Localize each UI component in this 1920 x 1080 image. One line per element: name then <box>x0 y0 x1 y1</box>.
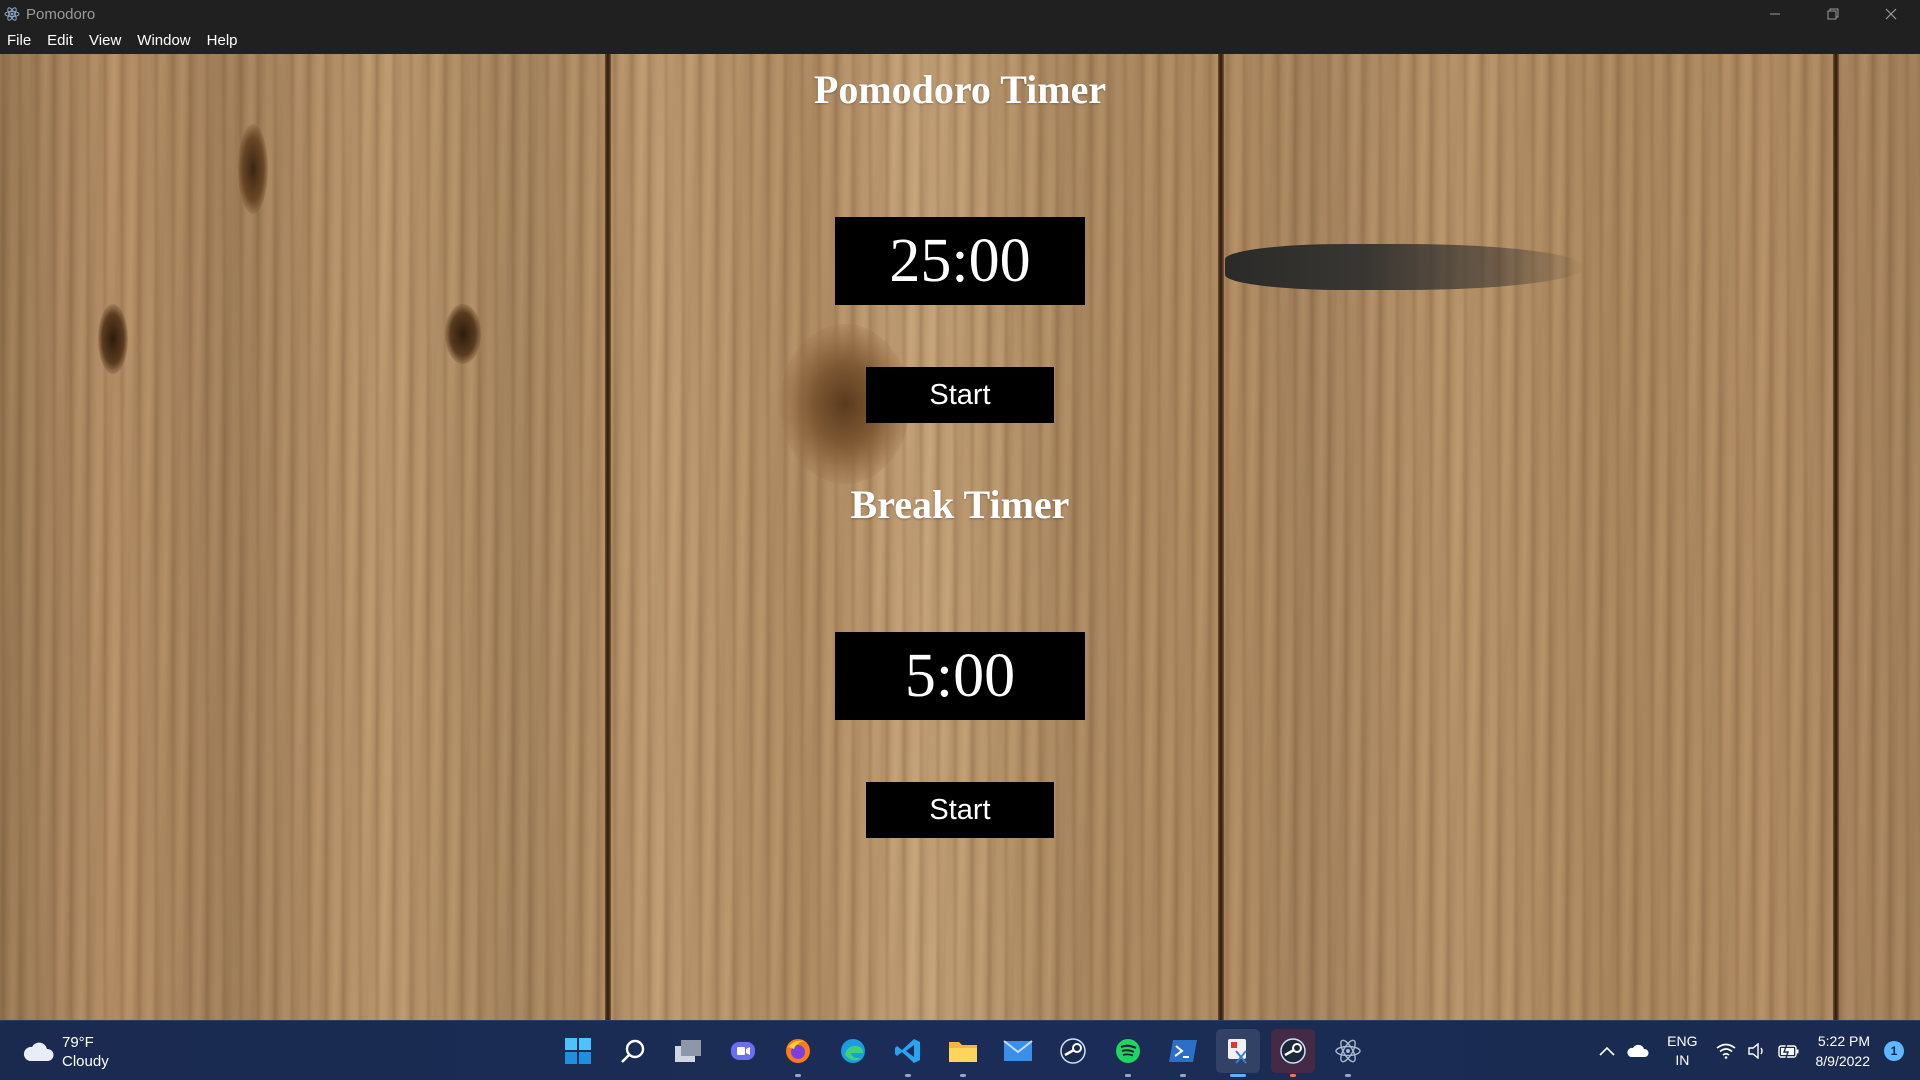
volume-button[interactable] <box>1747 1043 1766 1059</box>
taskbar-apps <box>556 1029 1381 1077</box>
pomodoro-heading: Pomodoro Timer <box>813 67 1107 112</box>
break-timer-display: 5:00 <box>835 632 1085 720</box>
plank-seam <box>605 54 611 1020</box>
taskbar-steam-button[interactable] <box>1051 1029 1095 1073</box>
taskbar-powershell-button[interactable] <box>1161 1029 1205 1077</box>
chevron-up-icon <box>1599 1046 1615 1056</box>
running-indicator <box>795 1074 801 1077</box>
app-atom-icon <box>4 7 20 21</box>
plank-seam <box>1833 54 1839 1020</box>
spotify-icon <box>1116 1039 1140 1063</box>
taskbar-steam-active-button[interactable] <box>1271 1029 1315 1077</box>
notification-badge[interactable]: 1 <box>1884 1041 1904 1061</box>
battery-button[interactable] <box>1777 1043 1800 1059</box>
language-bottom: IN <box>1675 1052 1690 1068</box>
taskbar-edge-button[interactable] <box>831 1029 875 1073</box>
wood-knot <box>1225 244 1585 290</box>
wood-knot <box>238 124 268 214</box>
clock-time: 5:22 PM <box>1817 1033 1870 1049</box>
window-controls <box>1746 0 1920 28</box>
menu-file[interactable]: File <box>0 28 39 54</box>
wood-knot <box>98 304 128 374</box>
wood-background: Pomodoro Timer 25:00 Start Break Timer 5… <box>0 54 1920 1020</box>
windows-start-icon <box>565 1038 591 1064</box>
minimize-icon <box>1770 13 1780 15</box>
pomodoro-timer-display: 25:00 <box>835 217 1085 305</box>
language-top: ENG <box>1667 1033 1698 1049</box>
menu-edit[interactable]: Edit <box>39 28 81 54</box>
wifi-button[interactable] <box>1716 1043 1736 1059</box>
taskbar-start-button[interactable] <box>556 1029 600 1073</box>
break-heading: Break Timer <box>850 482 1070 527</box>
pomodoro-start-button[interactable]: Start <box>866 367 1054 423</box>
running-indicator <box>905 1074 911 1077</box>
onedrive-cloud-icon <box>1627 1044 1649 1057</box>
taskbar-file-explorer-button[interactable] <box>941 1029 985 1077</box>
taskbar-chat-button[interactable] <box>721 1029 765 1073</box>
steam-icon <box>1060 1038 1086 1064</box>
search-icon <box>621 1039 645 1063</box>
taskbar: 79°F Cloudy ENG IN 5:22 PM 8/9/2022 1 <box>0 1020 1920 1080</box>
clock-date: 8/9/2022 <box>1815 1053 1871 1069</box>
mail-icon <box>1003 1040 1033 1061</box>
language-indicator[interactable]: ENG IN <box>1667 1032 1697 1070</box>
volume-icon <box>1747 1043 1763 1059</box>
menu-bar: File Edit View Window Help <box>0 28 1920 54</box>
terminal-icon <box>1169 1040 1197 1062</box>
battery-charging-icon <box>1777 1043 1798 1059</box>
electron-icon <box>1335 1039 1361 1063</box>
snip-icon <box>1228 1039 1247 1064</box>
running-indicator <box>1180 1074 1186 1077</box>
weather-condition: Cloudy <box>62 1053 109 1070</box>
chat-icon <box>731 1042 755 1060</box>
taskbar-mail-button[interactable] <box>996 1029 1040 1073</box>
wifi-icon <box>1716 1043 1735 1059</box>
weather-temp: 79°F <box>62 1034 94 1051</box>
running-indicator <box>1345 1074 1351 1077</box>
taskbar-firefox-button[interactable] <box>776 1029 820 1077</box>
cloud-icon <box>23 1042 54 1061</box>
folder-icon <box>949 1042 977 1062</box>
menu-view[interactable]: View <box>81 28 129 54</box>
taskbar-vscode-button[interactable] <box>886 1029 930 1077</box>
running-indicator <box>1125 1074 1131 1077</box>
taskbar-snipping-tool-button[interactable] <box>1216 1029 1260 1077</box>
minimize-button[interactable] <box>1746 0 1804 28</box>
taskbar-electron-button[interactable] <box>1326 1029 1370 1077</box>
steam-icon <box>1280 1038 1306 1064</box>
edge-icon <box>841 1039 865 1063</box>
running-indicator <box>960 1074 966 1077</box>
plank-seam <box>1218 54 1224 1020</box>
weather-widget[interactable]: 79°F Cloudy <box>22 1033 109 1071</box>
onedrive-button[interactable] <box>1627 1044 1649 1058</box>
restore-button[interactable] <box>1804 0 1862 28</box>
menu-window[interactable]: Window <box>129 28 198 54</box>
taskbar-task-view-button[interactable] <box>666 1029 710 1073</box>
window-title: Pomodoro <box>26 5 96 23</box>
system-tray: ENG IN 5:22 PM 8/9/2022 1 <box>1593 1021 1920 1080</box>
firefox-icon <box>786 1039 810 1063</box>
taskbar-spotify-button[interactable] <box>1106 1029 1150 1077</box>
break-start-button[interactable]: Start <box>866 782 1054 838</box>
menu-help[interactable]: Help <box>199 28 246 54</box>
restore-icon <box>1827 8 1839 20</box>
taskbar-search-button[interactable] <box>611 1029 655 1073</box>
active-indicator <box>1230 1074 1246 1077</box>
vscode-icon <box>895 1039 920 1063</box>
title-bar: Pomodoro <box>0 0 1920 28</box>
task-view-icon <box>675 1040 701 1062</box>
tray-overflow-button[interactable] <box>1599 1046 1615 1056</box>
clock-button[interactable]: 5:22 PM 8/9/2022 <box>1816 1031 1871 1071</box>
close-button[interactable] <box>1862 0 1920 28</box>
running-indicator <box>1290 1074 1296 1077</box>
wood-knot <box>445 304 481 364</box>
close-icon <box>1885 8 1897 20</box>
